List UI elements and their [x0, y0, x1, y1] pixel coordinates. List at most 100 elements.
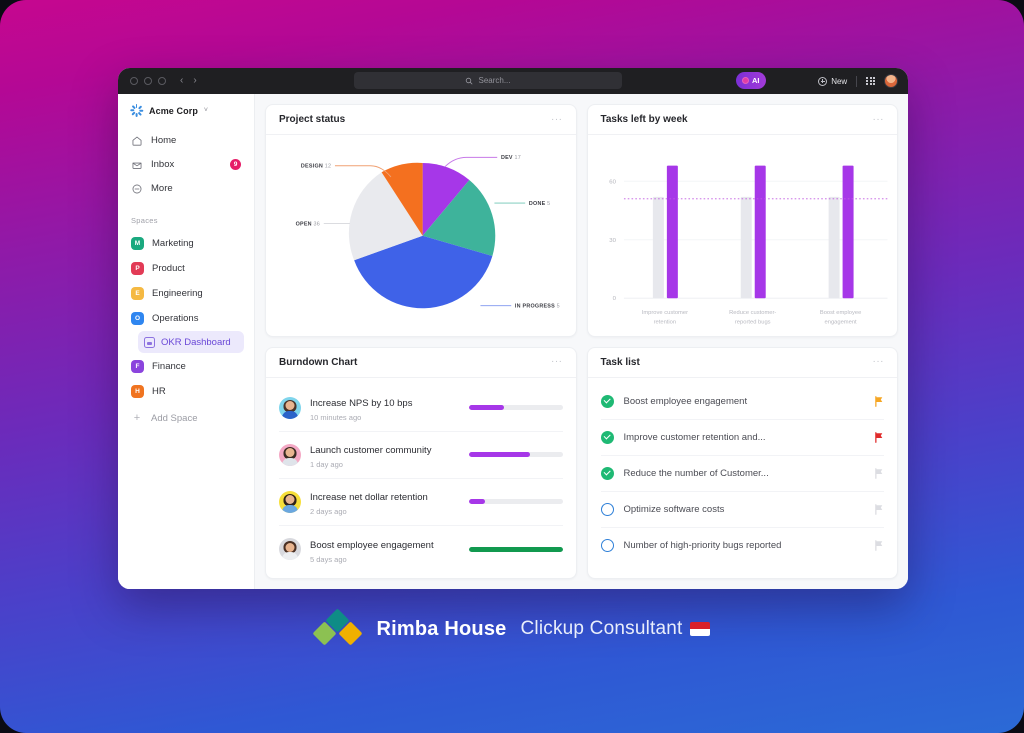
sidebar-item-product[interactable]: P Product [126, 256, 246, 280]
window-controls[interactable] [130, 77, 166, 85]
bar-current-3 [842, 165, 854, 299]
primary-nav: Home Inbox 9 More [118, 129, 254, 200]
divider [856, 75, 858, 87]
bar-current-2 [754, 165, 766, 299]
card-menu-button[interactable]: ··· [873, 114, 885, 125]
sidebar-item-hr[interactable]: H HR [126, 379, 246, 403]
workspace-switcher[interactable]: Acme Corp ˅ [118, 104, 254, 129]
rimba-house-logo-icon [312, 608, 364, 646]
sidebar-item-label: Marketing [152, 237, 194, 249]
window-titlebar: ‹ › Search... AI New [118, 68, 908, 94]
task-list: Boost employee engagement Improve custom… [588, 378, 898, 579]
inbox-badge: 9 [230, 159, 241, 170]
sidebar-item-operations[interactable]: O Operations [126, 306, 246, 330]
item-title: Increase net dollar retention [310, 492, 428, 503]
flag-icon[interactable] [874, 503, 884, 515]
card-project-status: Project status ··· DEV 17 DONE 5 IN PROG… [265, 104, 577, 337]
task-checkbox-complete[interactable] [600, 394, 614, 408]
minimize-dot[interactable] [144, 77, 152, 85]
spaces-heading: Spaces [131, 216, 158, 225]
clickup-logo-icon [129, 104, 143, 117]
table-row[interactable]: Number of high-priority bugs reported [600, 528, 885, 564]
table-row[interactable]: Optimize software costs [600, 492, 884, 528]
card-tasks-left-by-week: Tasks left by week ··· 0 30 60 Improve c… [586, 104, 898, 337]
history-nav[interactable]: ‹ › [180, 76, 197, 86]
item-timestamp: 5 days ago [310, 554, 347, 564]
task-checkbox-complete[interactable] [600, 430, 614, 444]
flag-icon[interactable] [874, 395, 884, 407]
flag-icon[interactable] [874, 467, 884, 479]
task-checkbox-open[interactable] [600, 502, 614, 516]
sidebar-item-label: HR [152, 385, 166, 397]
avatar [279, 538, 301, 560]
sidebar-item-okr-dashboard[interactable]: OKR Dashboard [138, 331, 244, 353]
bar-current-1 [666, 165, 678, 299]
sidebar-item-home[interactable]: Home [126, 129, 246, 152]
indonesia-flag-icon [689, 622, 710, 636]
card-title: Tasks left by week [600, 114, 688, 125]
table-row[interactable]: Reduce the number of Customer... [600, 456, 884, 492]
pie-label-done: DONE 5 [529, 201, 550, 207]
card-menu-button[interactable]: ··· [551, 357, 563, 367]
progress-bar [468, 452, 563, 457]
sidebar-item-marketing[interactable]: M Marketing [126, 231, 246, 255]
task-checkbox-complete[interactable] [600, 466, 614, 480]
card-header: Project status ··· [266, 105, 576, 135]
sidebar: Acme Corp ˅ Home Inbox 9 More Spaces M M… [118, 94, 255, 589]
list-item[interactable]: Increase NPS by 10 bps 10 minutes ago [279, 385, 563, 432]
ai-button[interactable]: AI [736, 72, 766, 89]
app-window: ‹ › Search... AI New Acme Corp ˅ Home In… [118, 68, 908, 589]
back-arrow-icon[interactable]: ‹ [180, 76, 183, 86]
task-checkbox-open[interactable] [600, 539, 614, 552]
list-item[interactable]: Increase net dollar retention 2 days ago [279, 479, 563, 526]
card-title: Burndown Chart [279, 356, 358, 368]
table-row[interactable]: Improve customer retention and... [600, 420, 884, 456]
item-title: Increase NPS by 10 bps [310, 398, 413, 409]
sidebar-item-more[interactable]: More [126, 177, 246, 200]
titlebar-actions: New [818, 68, 898, 94]
search-input[interactable]: Search... [354, 72, 622, 89]
x-label-1-line2: retention [653, 320, 676, 326]
progress-fill [468, 546, 563, 552]
item-title: Launch customer community [310, 445, 432, 456]
pie-leader-dev [444, 156, 498, 168]
apps-grid-icon[interactable] [866, 76, 875, 86]
y-tick-0: 0 [612, 296, 615, 302]
inbox-icon [132, 162, 142, 169]
card-task-list: Task list ··· Boost employee engagement [586, 346, 898, 579]
item-timestamp: 10 minutes ago [310, 413, 362, 422]
close-dot[interactable] [130, 77, 138, 85]
flag-icon[interactable] [874, 540, 884, 551]
maximize-dot[interactable] [158, 77, 166, 85]
bar-previous-1 [652, 196, 664, 299]
list-item[interactable]: Launch customer community 1 day ago [279, 432, 563, 479]
list-item[interactable]: Boost employee engagement 5 days ago [279, 526, 563, 573]
progress-bar [468, 405, 563, 410]
user-avatar[interactable] [884, 74, 898, 88]
bar-chart: 0 30 60 Improve customer retention Reduc… [588, 135, 898, 336]
avatar [279, 396, 301, 419]
new-button[interactable]: New [818, 76, 848, 86]
progress-bar [468, 499, 563, 504]
table-row[interactable]: Boost employee engagement [600, 384, 884, 420]
card-burndown-chart: Burndown Chart ··· Increase NPS by 10 bp… [265, 346, 577, 579]
new-label: New [831, 76, 848, 86]
avatar [279, 490, 301, 513]
sidebar-item-engineering[interactable]: E Engineering [126, 281, 246, 305]
sidebar-item-label: Operations [152, 312, 199, 324]
footer-branding: Rimba House Clickup Consultant [0, 608, 1024, 646]
progress-fill [468, 499, 486, 504]
flag-icon[interactable] [874, 431, 884, 443]
sidebar-item-label: Finance [152, 360, 186, 372]
sidebar-item-label: Engineering [152, 287, 203, 299]
sidebar-item-inbox[interactable]: Inbox 9 [126, 153, 246, 176]
item-timestamp: 1 day ago [310, 460, 343, 469]
card-menu-button[interactable]: ··· [873, 357, 885, 367]
sidebar-item-finance[interactable]: F Finance [126, 354, 246, 378]
card-menu-button[interactable]: ··· [551, 114, 563, 125]
task-label: Optimize software costs [623, 503, 725, 515]
add-space-button[interactable]: + Add Space [118, 406, 254, 430]
forward-arrow-icon[interactable]: › [193, 76, 196, 86]
footer-tagline: Clickup Consultant [521, 618, 710, 640]
bar-previous-2 [740, 196, 752, 299]
